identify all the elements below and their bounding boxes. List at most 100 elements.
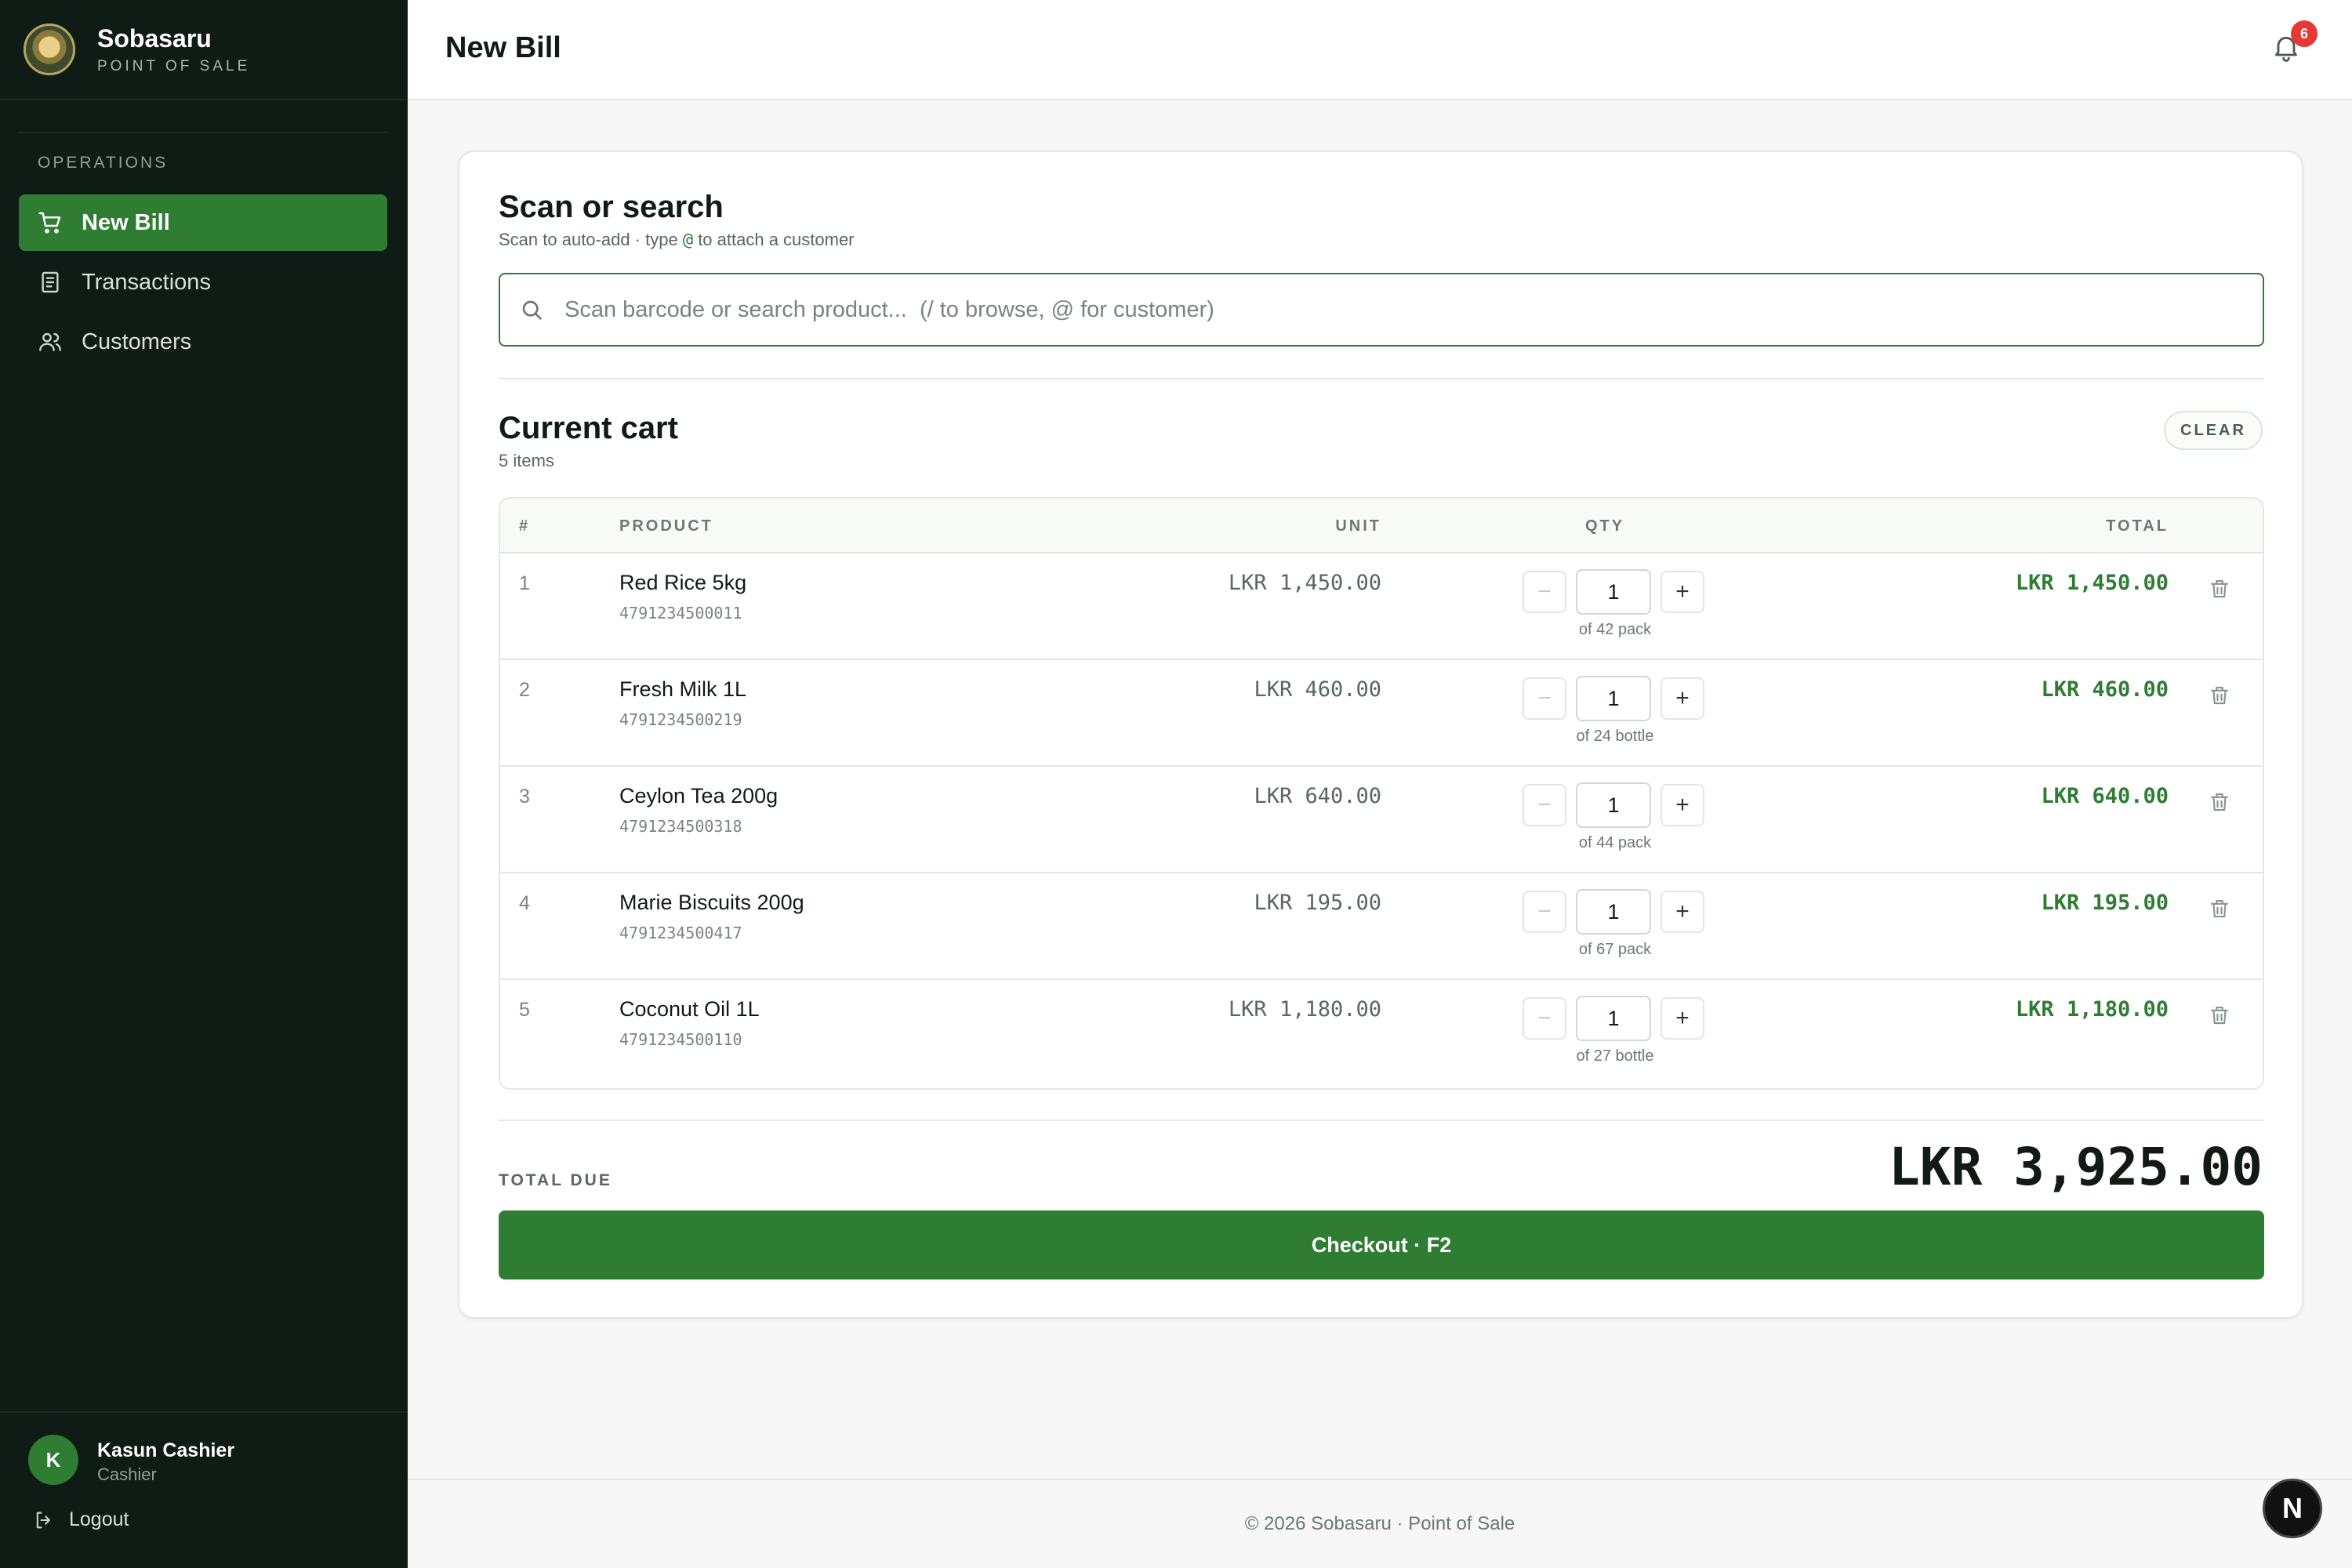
product-name: Coconut Oil 1L <box>619 997 760 1021</box>
col-product: PRODUCT <box>619 517 713 535</box>
row-number: 3 <box>519 786 530 808</box>
sidebar-item-label: Customers <box>82 328 192 354</box>
table-row: 2 Fresh Milk 1L 4791234500219 LKR 460.00 −1 +… <box>500 660 2263 767</box>
cart-header: Current cart 5 items <box>499 411 678 471</box>
stock-available: of 27 bottle <box>1576 1047 1654 1065</box>
stock-available: of 67 pack <box>1578 941 1652 958</box>
decrease-qty-button[interactable]: − <box>1523 571 1566 613</box>
row-number: 4 <box>519 892 530 914</box>
col-unit: UNIT <box>1335 517 1381 535</box>
quantity-input[interactable]: 1 <box>1576 676 1651 721</box>
sidebar-item-customers[interactable]: Customers <box>19 314 387 370</box>
table-row: 1 Red Rice 5kg 4791234500011 LKR 1,450.00−1… <box>500 554 2263 660</box>
trash-icon[interactable] <box>2208 1004 2231 1027</box>
sidebar-item-new-bill[interactable]: New Bill <box>19 194 387 251</box>
decrease-qty-button[interactable]: − <box>1523 891 1566 933</box>
increase-qty-button[interactable]: + <box>1661 784 1704 826</box>
increase-qty-button[interactable]: + <box>1661 571 1704 613</box>
scan-title: Scan or search <box>499 190 724 224</box>
stock-available: of 44 pack <box>1578 834 1652 851</box>
user-role: Cashier <box>97 1465 157 1484</box>
cart-title: Current cart <box>499 411 678 445</box>
decrease-qty-button[interactable]: − <box>1523 677 1566 720</box>
divider <box>499 378 2264 379</box>
increase-qty-button[interactable]: + <box>1661 677 1704 720</box>
table-row: 5 Coconut Oil 1L 4791234500110 LKR 1,180.00… <box>500 980 2263 1087</box>
increase-qty-button[interactable]: + <box>1661 891 1704 933</box>
clear-cart-button[interactable]: CLEAR <box>2164 411 2263 450</box>
logout-button[interactable]: Logout <box>33 1508 129 1531</box>
sidebar-item-label: Transactions <box>82 269 211 295</box>
sidebar: Sobasaru POINT OF SALE OPERATIONS New Bi… <box>0 0 408 1568</box>
scan-subtitle-text: to attach a customer <box>693 230 855 249</box>
footer: © 2026 Sobasaru · Point of Sale <box>408 1479 2352 1568</box>
col-num: # <box>519 517 531 535</box>
notification-count-badge: 6 <box>2291 20 2318 47</box>
logout-icon <box>36 1512 51 1528</box>
trash-icon[interactable] <box>2208 790 2231 814</box>
sidebar-nav: New Bill Transactions Customers <box>19 194 387 373</box>
checkout-button[interactable]: Checkout · F2 <box>499 1210 2264 1279</box>
product-barcode: 4791234500417 <box>619 924 742 942</box>
cart-icon <box>38 212 61 234</box>
increase-qty-button[interactable]: + <box>1661 997 1704 1040</box>
row-number: 2 <box>519 679 530 701</box>
product-barcode: 4791234500011 <box>619 604 742 622</box>
trash-icon[interactable] <box>2208 897 2231 920</box>
quantity-stepper: −1 + <box>1523 782 1708 828</box>
page-title: New Bill <box>445 31 561 64</box>
product-name: Fresh Milk 1L <box>619 677 747 701</box>
quantity-input[interactable]: 1 <box>1576 569 1651 615</box>
unit-price: LKR 1,450.00 <box>1228 571 1381 595</box>
new-bill-card: Scan or search Scan to auto-add · type @… <box>458 151 2303 1319</box>
decrease-qty-button[interactable]: − <box>1523 784 1566 826</box>
unit-price: LKR 460.00 <box>1254 677 1381 702</box>
brand-subtitle: POINT OF SALE <box>97 57 251 74</box>
product-name: Red Rice 5kg <box>619 571 747 594</box>
brand: Sobasaru POINT OF SALE <box>0 0 408 100</box>
line-total: LKR 195.00 <box>2041 891 2169 915</box>
quantity-stepper: −1 + <box>1523 996 1708 1041</box>
at-symbol: @ <box>682 230 694 250</box>
users-icon <box>39 332 61 351</box>
search-input[interactable] <box>564 296 2211 323</box>
dev-tools-badge[interactable]: N <box>2263 1479 2322 1538</box>
col-total: TOTAL <box>2106 517 2169 535</box>
search-icon <box>522 300 542 320</box>
trash-icon[interactable] <box>2208 684 2231 707</box>
search-box[interactable] <box>499 273 2264 347</box>
receipt-icon <box>42 271 59 293</box>
product-barcode: 4791234500219 <box>619 710 742 729</box>
line-total: LKR 1,180.00 <box>2015 997 2169 1022</box>
quantity-input[interactable]: 1 <box>1576 889 1651 935</box>
total-due-value: LKR 3,925.00 <box>1889 1137 2263 1197</box>
quantity-input[interactable]: 1 <box>1576 996 1651 1041</box>
notifications-button[interactable]: 6 <box>2270 20 2318 66</box>
brand-logo <box>24 24 75 75</box>
table-row: 4 Marie Biscuits 200g 4791234500417 LKR 195… <box>500 873 2263 980</box>
sidebar-item-transactions[interactable]: Transactions <box>19 254 387 310</box>
total-due-label: TOTAL DUE <box>499 1171 612 1189</box>
row-number: 5 <box>519 999 530 1021</box>
scan-subtitle: Scan to auto-add · type @ to attach a cu… <box>499 230 855 250</box>
avatar: K <box>28 1435 78 1485</box>
product-barcode: 4791234500318 <box>619 817 742 836</box>
quantity-input[interactable]: 1 <box>1576 782 1651 828</box>
unit-price: LKR 1,180.00 <box>1228 997 1381 1022</box>
table-row: 3 Ceylon Tea 200g 4791234500318 LKR 640.00 −… <box>500 767 2263 873</box>
cart-table: # PRODUCT UNIT QTY TOTAL 1 Red Rice 5kg 47… <box>499 497 2264 1090</box>
decrease-qty-button[interactable]: − <box>1523 997 1566 1040</box>
trash-icon[interactable] <box>2208 577 2231 601</box>
divider <box>499 1120 2264 1121</box>
product-name: Ceylon Tea 200g <box>619 784 779 808</box>
user-panel: K Kasun Cashier Cashier Logout <box>0 1411 408 1568</box>
user-name: Kasun Cashier <box>97 1439 235 1461</box>
nav-section-label: OPERATIONS <box>38 154 169 172</box>
sidebar-item-label: New Bill <box>82 209 170 235</box>
line-total: LKR 460.00 <box>2041 677 2169 702</box>
scan-section-header: Scan or search Scan to auto-add · type @… <box>499 190 855 250</box>
table-header: # PRODUCT UNIT QTY TOTAL <box>500 499 2263 554</box>
stock-available: of 42 pack <box>1578 621 1652 638</box>
line-total: LKR 640.00 <box>2041 784 2169 808</box>
stock-available: of 24 bottle <box>1576 728 1654 745</box>
